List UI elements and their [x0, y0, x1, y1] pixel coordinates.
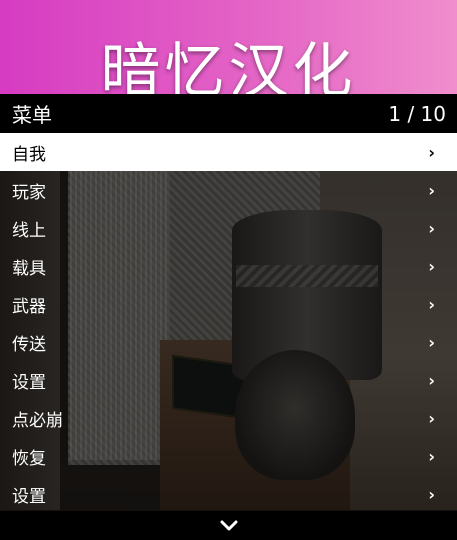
menu-item-label: 传送 [12, 334, 46, 355]
chevron-right-icon: › [428, 408, 435, 428]
menu-item-self[interactable]: 自我 › [0, 133, 457, 171]
menu-footer[interactable] [0, 511, 457, 540]
menu-item-label: 点必崩 [12, 410, 63, 431]
chevron-right-icon: › [428, 370, 435, 390]
menu-header: 菜单 1 / 10 [0, 94, 457, 133]
menu-item-label: 线上 [12, 220, 46, 241]
menu-item-label: 设置 [12, 486, 46, 507]
menu-item-vehicle[interactable]: 载具 › [0, 247, 457, 285]
menu-item-label: 自我 [12, 144, 46, 165]
menu-item-crash[interactable]: 点必崩 › [0, 399, 457, 437]
menu-position-counter: 1 / 10 [388, 101, 446, 126]
menu-item-label: 武器 [12, 296, 46, 317]
menu-title: 菜单 [12, 103, 52, 127]
menu-item-label: 恢复 [12, 448, 46, 469]
menu-banner: 暗忆汉化 [0, 0, 457, 107]
menu-item-teleport[interactable]: 传送 › [0, 323, 457, 361]
menu-item-label: 玩家 [12, 182, 46, 203]
chevron-right-icon: › [428, 256, 435, 276]
menu-item-online[interactable]: 线上 › [0, 209, 457, 247]
menu-item-recovery[interactable]: 恢复 › [0, 437, 457, 475]
menu-item-label: 载具 [12, 258, 46, 279]
chevron-right-icon: › [428, 142, 435, 162]
menu-item-players[interactable]: 玩家 › [0, 171, 457, 209]
menu-item-label: 设置 [12, 372, 46, 393]
menu-list: 自我 › 玩家 › 线上 › 载具 › 武器 › 传送 › 设置 › 点必崩 ›… [0, 133, 457, 513]
chevron-down-icon [220, 520, 237, 530]
menu-item-settings[interactable]: 设置 › [0, 361, 457, 399]
menu-item-settings-2[interactable]: 设置 › [0, 475, 457, 513]
chevron-right-icon: › [428, 180, 435, 200]
chevron-right-icon: › [428, 294, 435, 314]
chevron-right-icon: › [428, 446, 435, 466]
menu-item-weapons[interactable]: 武器 › [0, 285, 457, 323]
chevron-right-icon: › [428, 484, 435, 504]
chevron-right-icon: › [428, 218, 435, 238]
chevron-right-icon: › [428, 332, 435, 352]
